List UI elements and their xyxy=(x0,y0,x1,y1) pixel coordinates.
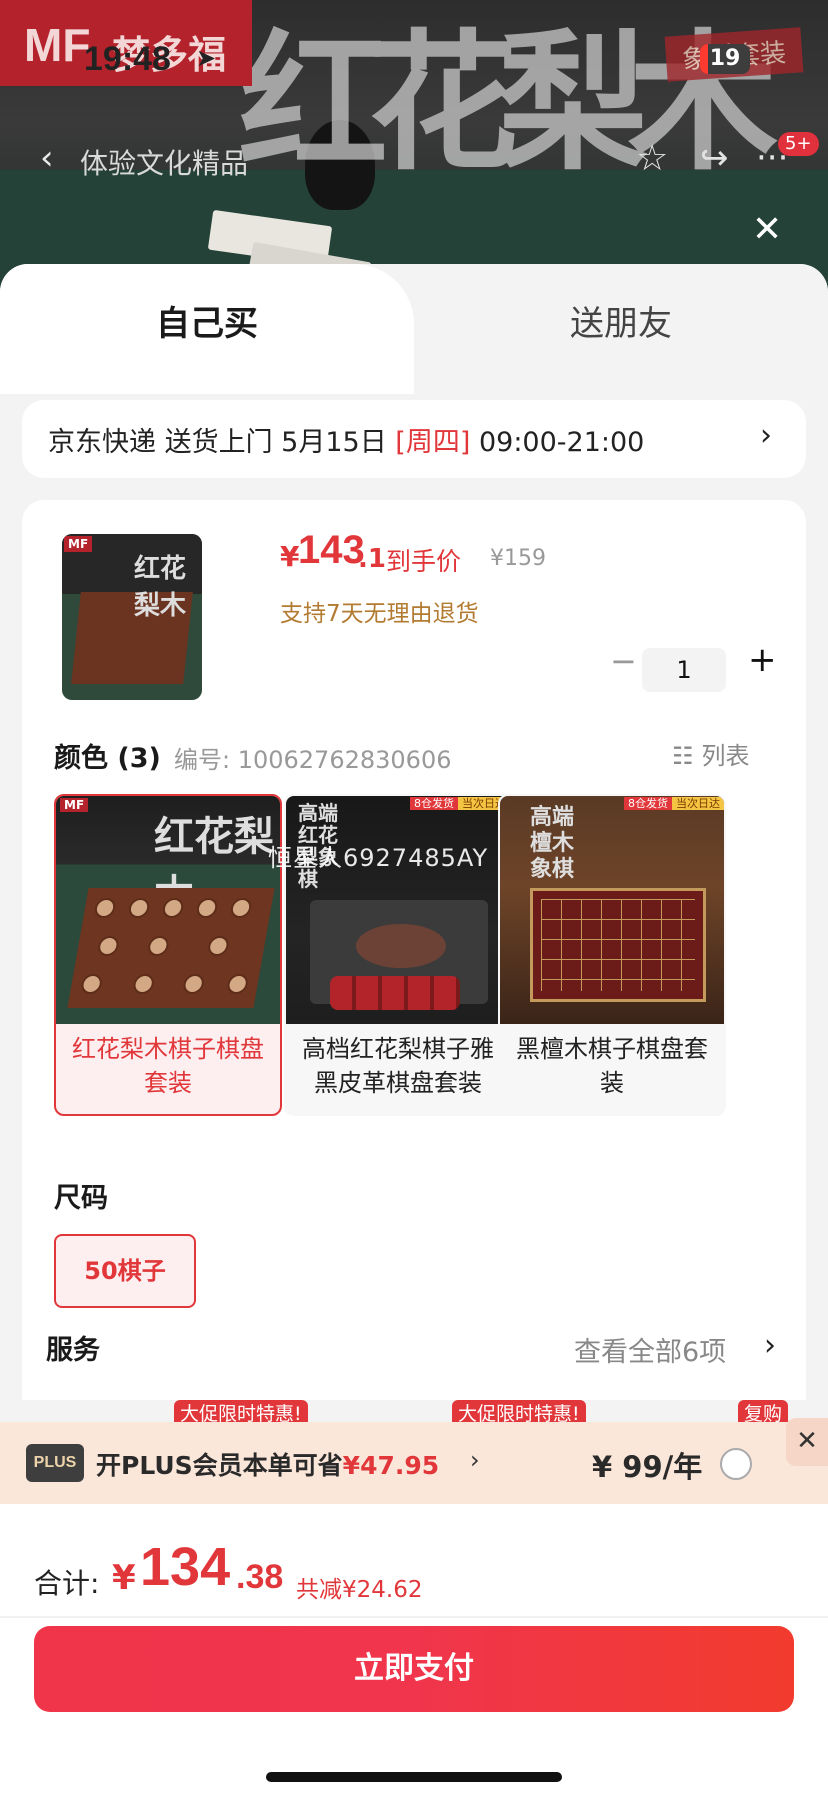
close-icon[interactable]: ✕ xyxy=(786,1418,828,1466)
delivery-row[interactable]: 京东快递 送货上门 5月15日 [周四] 09:00-21:00 › xyxy=(22,400,806,478)
watermark-text: 恒星人6927485AY xyxy=(268,844,489,872)
total-label: 合计: xyxy=(34,1567,100,1600)
battery-icon: 19 xyxy=(700,44,750,74)
shipping-tag: 8仓发货 当次日达 xyxy=(410,796,510,812)
original-price: ¥159 xyxy=(490,546,546,571)
size-option[interactable]: 50棋子 xyxy=(54,1234,196,1308)
option-1-image: MF 红花梨木 xyxy=(56,796,280,1024)
total-discount: 共减¥24.62 xyxy=(296,1577,423,1603)
color-option-3-label: 黑檀木棋子棋盘套装 xyxy=(516,1035,708,1097)
quantity-increase-button[interactable]: + xyxy=(748,640,777,680)
color-section-title: 颜色 (3) xyxy=(54,743,161,774)
service-section-title: 服务 xyxy=(46,1335,100,1366)
status-time: 19:48 xyxy=(84,40,171,78)
view-all-services[interactable]: 查看全部6项 xyxy=(574,1330,726,1369)
total-symbol: ¥ xyxy=(112,1558,136,1598)
nav-title: 体验文化精品 xyxy=(80,147,249,180)
tab-buy-self-label: 自己买 xyxy=(156,304,258,344)
thumbnail-logo: MF xyxy=(64,536,93,552)
favorite-star-icon[interactable]: ☆ xyxy=(636,138,668,179)
size-section-title: 尺码 xyxy=(54,1183,108,1214)
chevron-right-icon: › xyxy=(760,418,772,453)
close-sheet-icon[interactable]: ✕ xyxy=(752,212,782,248)
chevron-right-icon: › xyxy=(764,1328,776,1363)
tab-buy-self[interactable]: 自己买 xyxy=(0,264,414,394)
product-options-card: MF 红花梨木 ¥ 143 .1 到手价 ¥159 支持7天无理由退货 − 1 … xyxy=(22,500,806,1428)
tab-send-friend-label: 送朋友 xyxy=(570,304,672,344)
pay-now-button[interactable]: 立即支付 xyxy=(34,1626,794,1712)
price-decimal: .1 xyxy=(358,544,386,574)
plus-logo: PLUS xyxy=(26,1444,84,1482)
purchase-tabs: 送朋友 自己买 xyxy=(0,264,828,394)
price-integer: 143 xyxy=(298,528,365,572)
color-option-1-label: 红花梨木棋子棋盘套装 xyxy=(72,1035,264,1097)
chevron-right-icon: › xyxy=(470,1446,480,1474)
location-arrow-icon: ➤ xyxy=(196,44,217,72)
home-indicator xyxy=(266,1772,562,1782)
return-policy: 支持7天无理由退货 xyxy=(280,601,479,627)
plus-membership-bar[interactable]: PLUS 开PLUS会员本单可省¥47.95 › ¥ 99/年 ✕ xyxy=(0,1418,828,1504)
delivery-text: 京东快递 送货上门 5月15日 [周四] 09:00-21:00 xyxy=(48,427,645,458)
share-icon[interactable]: ↪ xyxy=(700,138,729,178)
delivery-weekday: [周四] xyxy=(395,427,471,458)
color-option-1[interactable]: MF 红花梨木 红花梨木棋子棋盘套装 xyxy=(54,794,282,1116)
brand-mark: MF xyxy=(24,19,91,71)
quantity-input[interactable]: 1 xyxy=(642,648,726,692)
sku-number: 编号: 10062762830606 xyxy=(174,746,452,774)
message-badge: 5+ xyxy=(778,132,819,156)
product-thumbnail[interactable]: MF 红花梨木 xyxy=(62,534,202,700)
shipping-tag: 8仓发货 当次日达 xyxy=(624,796,724,812)
color-option-2-label: 高档红花梨棋子雅黑皮革棋盘套装 xyxy=(302,1035,494,1097)
price-symbol: ¥ xyxy=(280,540,300,573)
quantity-decrease-button[interactable]: − xyxy=(610,642,637,680)
back-icon[interactable]: ‹ xyxy=(40,138,54,178)
list-icon: ☷ xyxy=(672,742,694,770)
list-view-button[interactable]: ☷ 列表 xyxy=(672,736,750,771)
tab-send-friend[interactable]: 送朋友 xyxy=(414,264,828,364)
plus-promo-text: 开PLUS会员本单可省¥47.95 xyxy=(96,1451,440,1480)
option-2-image: 8仓发货 当次日达 高端红花梨象棋 xyxy=(286,796,510,1024)
option-3-image: 8仓发货 当次日达 高端檀木象棋 xyxy=(500,796,724,1024)
checkout-footer: 合计: ¥ 134 .38 共减¥24.62 立即支付 xyxy=(0,1504,828,1796)
total-integer: 134 xyxy=(140,1537,231,1597)
thumbnail-calligraphy: 红花梨木 xyxy=(134,554,187,621)
color-option-3[interactable]: 8仓发货 当次日达 高端檀木象棋 黑檀木棋子棋盘套装 xyxy=(498,794,726,1116)
plus-price: ¥ 99/年 xyxy=(592,1450,703,1484)
total-decimal: .38 xyxy=(236,1558,284,1596)
plus-select-radio[interactable] xyxy=(720,1448,752,1480)
price-label: 到手价 xyxy=(386,547,462,576)
plus-savings: ¥47.95 xyxy=(342,1451,440,1480)
